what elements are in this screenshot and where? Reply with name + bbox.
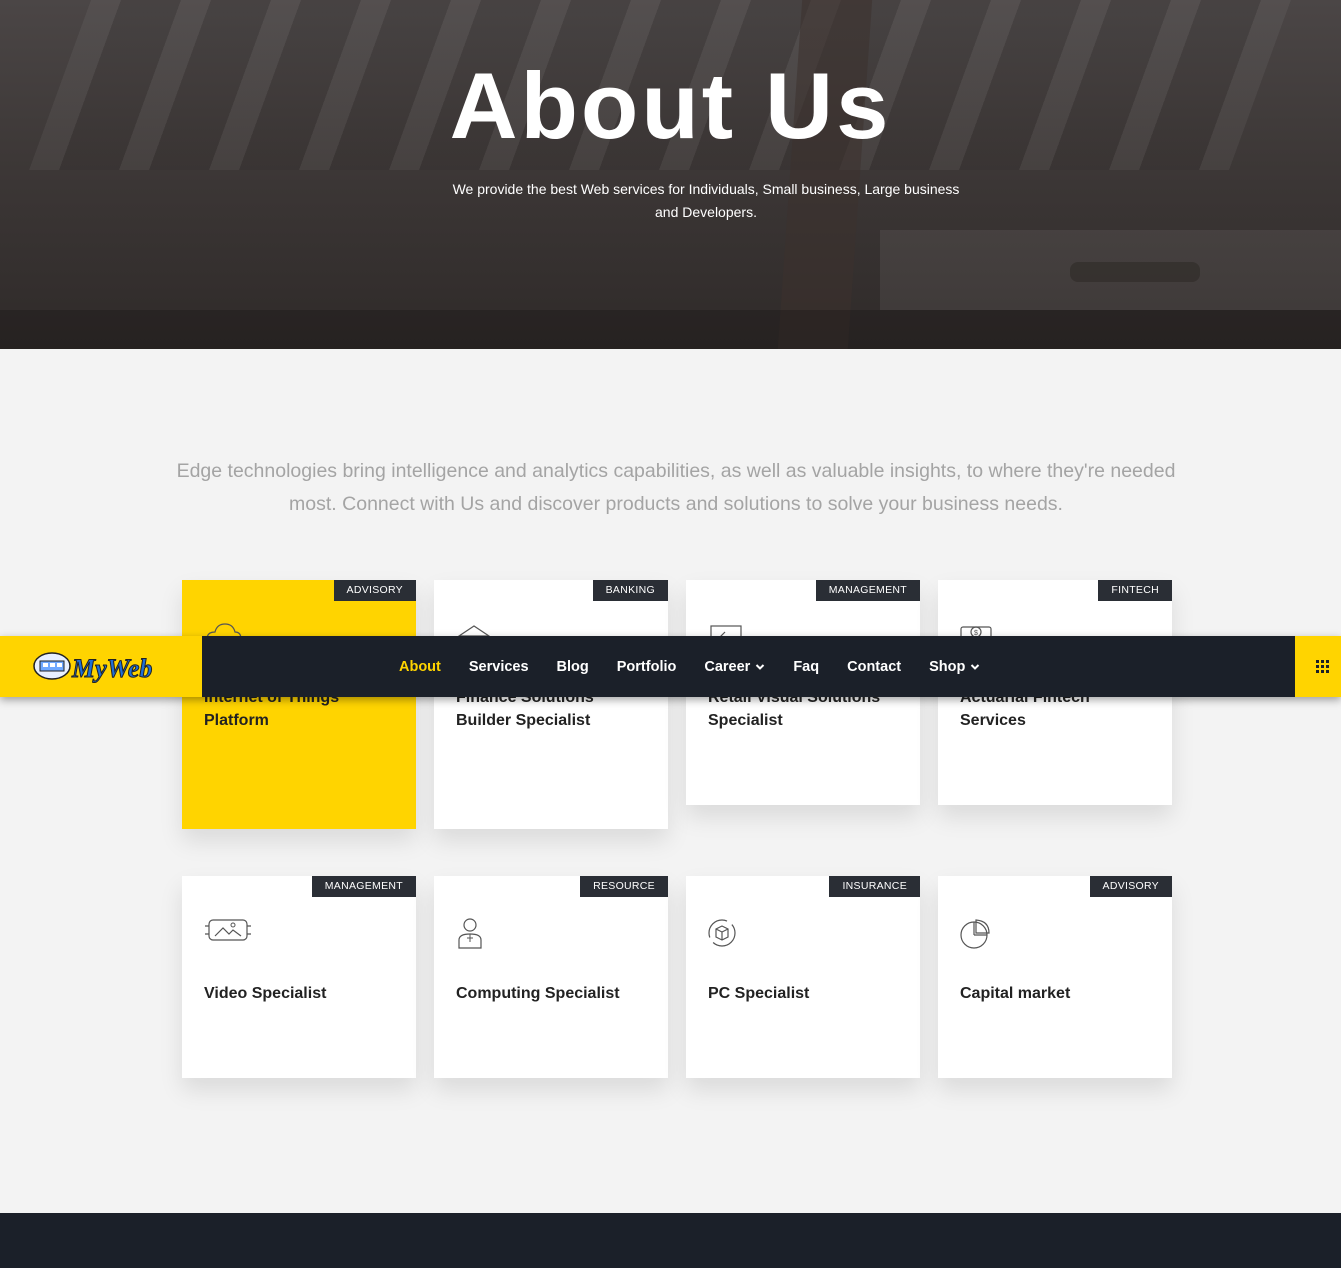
- service-card[interactable]: MANAGEMENT Video Specialist: [182, 876, 416, 1078]
- service-card[interactable]: INSURANCE PC Specialist: [686, 876, 920, 1078]
- nav-item-shop[interactable]: Shop: [929, 659, 980, 675]
- card-tag: INSURANCE: [829, 876, 920, 897]
- hero-bg-handle: [1070, 262, 1200, 282]
- card-title: Capital market: [960, 985, 1071, 1002]
- site-logo[interactable]: MyWeb: [0, 636, 202, 697]
- card-tag: MANAGEMENT: [311, 876, 416, 897]
- card-tag: BANKING: [592, 580, 668, 601]
- pie-chart-icon: [960, 919, 990, 949]
- card-tag: MANAGEMENT: [815, 580, 920, 601]
- grid-menu-icon: [1316, 660, 1329, 673]
- nav-item-portfolio[interactable]: Portfolio: [617, 659, 677, 675]
- hero-banner: About Us We provide the best Web service…: [0, 0, 1341, 349]
- card-tag: FINTECH: [1098, 580, 1172, 601]
- nav-item-blog[interactable]: Blog: [557, 659, 589, 675]
- svg-text:MyWeb: MyWeb: [71, 654, 152, 683]
- nav-item-contact[interactable]: Contact: [847, 659, 901, 675]
- card-tag: ADVISORY: [1089, 876, 1172, 897]
- intro-text: Edge technologies bring intelligence and…: [176, 460, 1176, 515]
- page-title: About Us: [449, 53, 892, 158]
- nav-item-services[interactable]: Services: [469, 659, 529, 675]
- service-card[interactable]: ADVISORY Internet of Things Platform: [182, 580, 416, 829]
- person-icon: [458, 918, 482, 949]
- hero-subtitle: We provide the best Web services for Ind…: [452, 181, 960, 220]
- nav-item-about[interactable]: About: [399, 659, 441, 675]
- menu-toggle-button[interactable]: [1295, 636, 1341, 697]
- card-tag: ADVISORY: [333, 580, 416, 601]
- cube-cycle-icon: [708, 919, 736, 947]
- chevron-down-icon: [971, 663, 980, 670]
- nav-menu: About Services Blog Portfolio Career Faq…: [385, 636, 994, 697]
- service-card[interactable]: BANKING Finance Solutions Builder Specia…: [434, 580, 668, 829]
- nav-item-career[interactable]: Career: [704, 659, 765, 675]
- card-title: Computing Specialist: [456, 985, 620, 1002]
- nav-item-career-label: Career: [704, 658, 751, 675]
- footer: [0, 1213, 1341, 1268]
- card-title: PC Specialist: [708, 985, 810, 1002]
- card-tag: RESOURCE: [580, 876, 668, 897]
- chevron-down-icon: [756, 663, 765, 670]
- nav-item-faq[interactable]: Faq: [793, 659, 819, 675]
- service-card[interactable]: RESOURCE Computing Specialist: [434, 876, 668, 1078]
- main-navbar: MyWeb About Services Blog Portfolio Care…: [0, 636, 1341, 697]
- logo-container[interactable]: MyWeb: [0, 636, 202, 697]
- service-card[interactable]: ADVISORY Capital market: [938, 876, 1172, 1078]
- card-title: Video Specialist: [204, 985, 327, 1002]
- hero-bg-shade: [0, 310, 1341, 349]
- video-image-icon: [205, 919, 251, 941]
- nav-item-shop-label: Shop: [929, 658, 966, 675]
